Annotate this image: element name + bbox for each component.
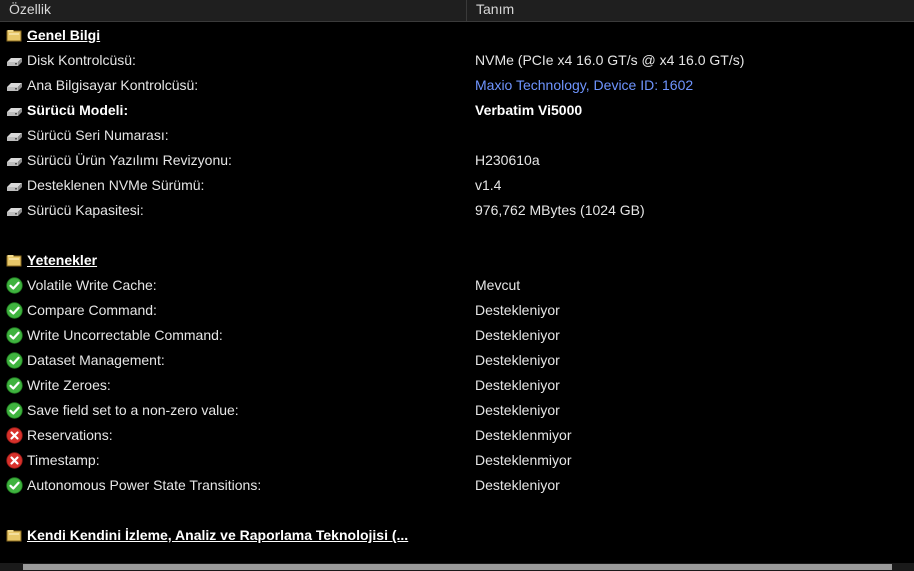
property-row[interactable]: Write Uncorrectable Command: Destekleniyo…	[0, 323, 914, 348]
check-icon	[6, 477, 23, 494]
property-row[interactable]: Sürücü Seri Numarası:	[0, 123, 914, 148]
drive-icon	[6, 202, 23, 219]
property-row[interactable]: Reservations: Desteklenmiyor	[0, 423, 914, 448]
property-label: Sürücü Modeli:	[27, 102, 129, 118]
property-label: Save field set to a non-zero value:	[27, 402, 239, 418]
property-label: Compare Command:	[27, 302, 157, 318]
check-icon	[6, 402, 23, 419]
folder-icon	[6, 27, 23, 44]
property-value: Destekleniyor	[475, 302, 560, 318]
property-label: Sürücü Ürün Yazılımı Revizyonu:	[27, 152, 232, 168]
folder-icon	[6, 527, 23, 544]
section-title: Yetenekler	[27, 252, 98, 268]
property-row[interactable]: Disk Kontrolcüsü: NVMe (PCIe x4 16.0 GT/s…	[0, 48, 914, 73]
property-row[interactable]: Sürücü Kapasitesi: 976,762 MBytes (1024 G…	[0, 198, 914, 223]
property-label: Timestamp:	[27, 452, 100, 468]
property-row[interactable]: Autonomous Power State Transitions: Deste…	[0, 473, 914, 498]
property-row[interactable]: Volatile Write Cache: Mevcut	[0, 273, 914, 298]
property-value: Verbatim Vi5000	[475, 102, 583, 118]
property-label: Write Zeroes:	[27, 377, 111, 393]
property-row[interactable]: Save field set to a non-zero value: Deste…	[0, 398, 914, 423]
property-row[interactable]: Write Zeroes: Destekleniyor	[0, 373, 914, 398]
property-row[interactable]: Timestamp: Desteklenmiyor	[0, 448, 914, 473]
folder-icon	[6, 252, 23, 269]
check-icon	[6, 352, 23, 369]
property-label: Disk Kontrolcüsü:	[27, 52, 136, 68]
property-row[interactable]: Desteklenen NVMe Sürümü: v1.4	[0, 173, 914, 198]
property-row[interactable]: Compare Command: Destekleniyor	[0, 298, 914, 323]
property-value: Destekleniyor	[475, 352, 560, 368]
property-value: Destekleniyor	[475, 327, 560, 343]
property-value: 976,762 MBytes (1024 GB)	[475, 202, 645, 218]
section-title: Genel Bilgi	[27, 27, 101, 43]
section-header[interactable]: Kendi Kendini İzleme, Analiz ve Raporlam…	[0, 523, 914, 548]
property-label: Ana Bilgisayar Kontrolcüsü:	[27, 77, 199, 93]
spacer-row	[0, 498, 914, 523]
column-header: Özellik Tanım	[0, 0, 914, 22]
property-value: Destekleniyor	[475, 402, 560, 418]
property-value: Mevcut	[475, 277, 521, 293]
property-label: Sürücü Kapasitesi:	[27, 202, 144, 218]
drive-icon	[6, 102, 23, 119]
property-value-link[interactable]: Maxio Technology, Device ID: 1602	[475, 73, 693, 98]
drive-icon	[6, 127, 23, 144]
property-label: Write Uncorrectable Command:	[27, 327, 223, 343]
check-icon	[6, 327, 23, 344]
drive-icon	[6, 77, 23, 94]
property-label: Dataset Management:	[27, 352, 165, 368]
property-value: Desteklenmiyor	[475, 427, 572, 443]
check-icon	[6, 377, 23, 394]
property-value: Destekleniyor	[475, 477, 560, 493]
property-value: Desteklenmiyor	[475, 452, 572, 468]
check-icon	[6, 302, 23, 319]
cross-icon	[6, 452, 23, 469]
check-icon	[6, 277, 23, 294]
property-label: Reservations:	[27, 427, 113, 443]
property-list: Genel Bilgi Disk Kontrolcüsü: NVMe (PCIe x…	[0, 23, 914, 548]
property-row[interactable]: Sürücü Modeli: Verbatim Vi5000	[0, 98, 914, 123]
drive-icon	[6, 52, 23, 69]
section-header[interactable]: Yetenekler	[0, 248, 914, 273]
property-label: Desteklenen NVMe Sürümü:	[27, 177, 205, 193]
property-value: NVMe (PCIe x4 16.0 GT/s @ x4 16.0 GT/s)	[475, 52, 745, 68]
property-row[interactable]: Sürücü Ürün Yazılımı Revizyonu: H230610a	[0, 148, 914, 173]
property-label: Autonomous Power State Transitions:	[27, 477, 262, 493]
property-value: Destekleniyor	[475, 377, 560, 393]
property-value: v1.4	[475, 177, 502, 193]
column-header-description[interactable]: Tanım	[467, 0, 914, 22]
column-header-property[interactable]: Özellik	[0, 0, 467, 22]
property-value: H230610a	[475, 152, 540, 168]
section-title: Kendi Kendini İzleme, Analiz ve Raporlam…	[27, 527, 409, 543]
property-row[interactable]: Dataset Management: Destekleniyor	[0, 348, 914, 373]
drive-icon	[6, 177, 23, 194]
property-label: Volatile Write Cache:	[27, 277, 157, 293]
property-label: Sürücü Seri Numarası:	[27, 127, 169, 143]
drive-icon	[6, 152, 23, 169]
scrollbar-thumb[interactable]	[23, 564, 892, 570]
section-header[interactable]: Genel Bilgi	[0, 23, 914, 48]
property-row[interactable]: Ana Bilgisayar Kontrolcüsü: Maxio Technol…	[0, 73, 914, 98]
cross-icon	[6, 427, 23, 444]
spacer-row	[0, 223, 914, 248]
horizontal-scrollbar[interactable]	[0, 563, 914, 571]
